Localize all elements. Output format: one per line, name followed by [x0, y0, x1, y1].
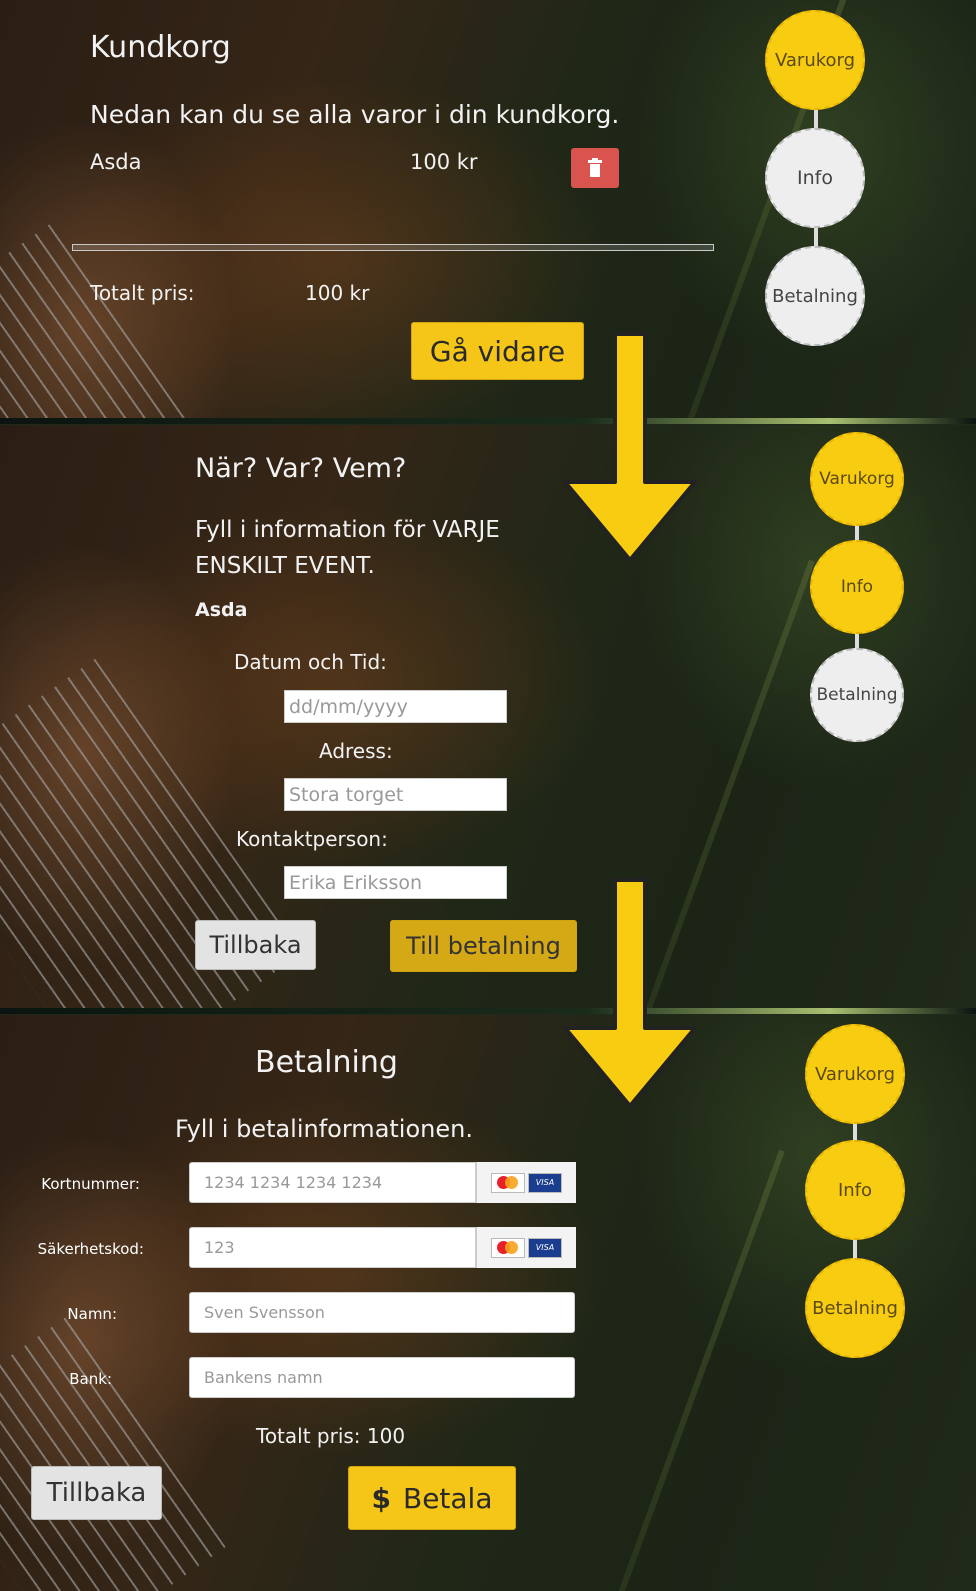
payment-total: Totalt pris: 100 — [256, 1424, 406, 1448]
cart-divider — [72, 244, 714, 251]
mastercard-icon — [491, 1172, 525, 1193]
info-instruction-2: ENSKILT EVENT. — [195, 553, 375, 579]
contact-input[interactable]: Erika Eriksson — [284, 866, 507, 899]
date-input[interactable]: dd/mm/yyyy — [284, 690, 507, 723]
step-payment[interactable]: Betalning — [810, 648, 904, 742]
info-title: När? Var? Vem? — [195, 453, 407, 484]
address-label: Adress: — [319, 739, 393, 763]
payment-title: Betalning — [255, 1045, 398, 1080]
dollar-icon: $ — [371, 1481, 391, 1515]
step-cart[interactable]: Varukorg — [810, 432, 904, 526]
step-payment[interactable]: Betalning — [765, 246, 865, 346]
payment-back-button[interactable]: Tillbaka — [31, 1466, 162, 1520]
mastercard-icon — [491, 1237, 525, 1258]
cart-title: Kundkorg — [90, 30, 231, 65]
security-code-input[interactable]: 123 — [189, 1227, 476, 1268]
down-arrow-icon — [563, 332, 697, 562]
step-payment[interactable]: Betalning — [805, 1258, 905, 1358]
to-payment-button[interactable]: Till betalning — [390, 920, 577, 972]
visa-icon: VISA — [528, 1172, 562, 1193]
card-brands: VISA — [476, 1227, 576, 1268]
cart-total-label: Totalt pris: — [90, 281, 195, 305]
cart-subtitle: Nedan kan du se alla varor i din kundkor… — [90, 100, 620, 129]
step-info[interactable]: Info — [765, 128, 865, 228]
card-brands: VISA — [476, 1162, 576, 1203]
step-cart[interactable]: Varukorg — [805, 1024, 905, 1124]
section-divider — [0, 1008, 976, 1014]
section-divider — [0, 418, 976, 424]
bank-input[interactable]: Bankens namn — [189, 1357, 575, 1398]
name-label: Namn: — [67, 1305, 117, 1323]
card-number-label: Kortnummer: — [41, 1175, 140, 1193]
info-instruction-1: Fyll i information för VARJE — [195, 517, 500, 543]
pay-button-label: Betala — [402, 1481, 493, 1515]
security-code-label: Säkerhetskod: — [37, 1240, 144, 1258]
contact-label: Kontaktperson: — [236, 827, 388, 851]
info-back-button[interactable]: Tillbaka — [195, 920, 316, 970]
pay-button[interactable]: $ Betala — [348, 1466, 516, 1530]
down-arrow-icon — [563, 878, 697, 1108]
name-input[interactable]: Sven Svensson — [189, 1292, 575, 1333]
bank-label: Bank: — [69, 1370, 112, 1388]
step-cart[interactable]: Varukorg — [765, 10, 865, 110]
remove-item-button[interactable] — [571, 148, 619, 188]
step-info[interactable]: Info — [805, 1140, 905, 1240]
address-input[interactable]: Stora torget — [284, 778, 507, 811]
cart-total-value: 100 kr — [305, 281, 370, 305]
event-name: Asda — [195, 599, 248, 621]
card-number-input[interactable]: 1234 1234 1234 1234 — [189, 1162, 476, 1203]
trash-icon — [588, 158, 602, 177]
step-info[interactable]: Info — [810, 540, 904, 634]
cart-item-price: 100 kr — [410, 150, 478, 174]
date-label: Datum och Tid: — [234, 650, 387, 674]
visa-icon: VISA — [528, 1237, 562, 1258]
payment-instruction: Fyll i betalinformationen. — [175, 1115, 473, 1143]
cart-item-name: Asda — [90, 150, 142, 174]
